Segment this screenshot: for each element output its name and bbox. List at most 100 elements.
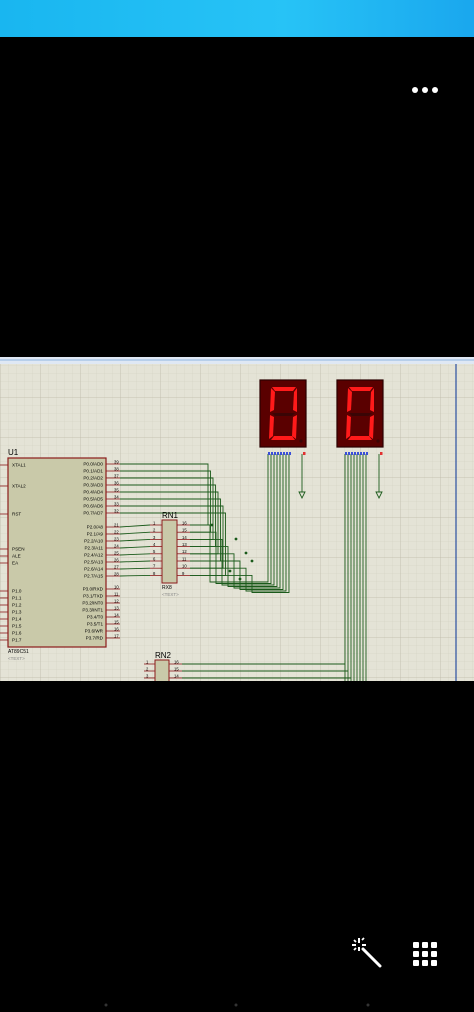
p0-pin-label: P0.4/AD4 [83,490,103,495]
p0-pin-label: P0.7/AD7 [83,511,103,516]
display-pin [277,452,279,455]
rn1-right-num: 15 [182,528,187,533]
display-pin [351,452,353,455]
seven-segment-display[interactable] [259,379,307,455]
p2-pin-label: P2.7/A15 [84,574,103,579]
u1-pin-label: P1.1 [12,596,22,601]
p3-pin-label: P3.3/INT1 [82,608,103,613]
p2-pin-num: 27 [114,564,119,569]
dot [412,87,418,93]
display-pin [283,452,285,455]
u1-pin-label: ALE [12,554,21,559]
rn1-right-num: 16 [182,520,187,525]
u1-pin-label: EA [12,561,19,566]
p0-pin-label: P0.3/AD3 [83,483,103,488]
display-common-pin [380,452,383,455]
rn1-right-num: 11 [182,556,187,561]
p2-pin-label: P2.0/A8 [87,525,104,530]
u1-pin-label: P1.3 [12,610,22,615]
rn1-ref: RN1 [162,511,179,520]
junction-dot [238,577,242,581]
dot [432,87,438,93]
p2-pin-label: P2.5/A13 [84,560,103,565]
p2-pin-num: 23 [114,536,119,541]
seven-segment-display[interactable] [336,379,384,455]
display-pin [280,452,282,455]
p0-pin-num: 35 [114,487,119,492]
p3-pin-label: P3.0/RXD [83,587,104,592]
p0-pin-num: 32 [114,508,119,513]
p2-pin-label: P2.4/A12 [84,553,103,558]
p3-pin-num: 10 [114,584,119,589]
p0-pin-label: P0.2/AD2 [83,476,103,481]
rn1-right-num: 10 [182,564,187,569]
bottom-toolbar [0,930,474,980]
u1-pin-label: P1.0 [12,589,22,594]
rn1-right-num: 14 [182,535,187,540]
rn1-body[interactable] [161,519,178,584]
display-pin [271,452,273,455]
u1-pin-label: P1.6 [12,631,22,636]
rn2-body[interactable] [154,659,170,681]
display-pin [274,452,276,455]
p3-pin-num: 14 [114,612,119,617]
display-pin [357,452,359,455]
display-pin [366,452,368,455]
more-options-icon[interactable] [404,78,446,102]
p2-pin-label: P2.1/A9 [87,532,104,537]
display-common-pin [303,452,306,455]
p3-pin-label: P3.4/T0 [87,615,104,620]
display-pin [360,452,362,455]
rn1-text-tag: <TEXT> [162,592,179,597]
p3-pin-label: P3.7/RD [86,636,104,641]
dot [422,87,428,93]
display-pin [286,452,288,455]
p2-pin-num: 28 [114,571,119,576]
u1-pin-label: P1.4 [12,617,22,622]
p3-pin-label: P3.2/INT0 [82,601,103,606]
p0-pin-label: P0.0/AD0 [83,462,103,467]
grid-apps-icon[interactable] [407,936,443,972]
segment-g [272,413,295,416]
status-bar [0,0,474,37]
u1-pin-label: XTAL1 [12,463,26,468]
magic-wand-icon[interactable] [350,936,386,972]
rn2-right-num: 15 [174,666,179,671]
junction-dot [228,569,232,573]
u1-pin-label: P1.2 [12,603,22,608]
home-indicator [100,994,374,1007]
junction-dot [234,537,238,541]
p2-pin-num: 22 [114,529,119,534]
p2-pin-num: 21 [114,522,119,527]
u1-pin-label: PSEN [12,547,25,552]
display-pin [345,452,347,455]
u1-ref: U1 [8,448,19,457]
p3-pin-num: 11 [114,591,119,596]
segment-a [349,387,373,391]
rn2-right-num: 14 [174,673,179,678]
p3-pin-label: P3.1/TXD [83,594,104,599]
p2-pin-label: P2.3/A11 [84,546,103,551]
wire [119,574,151,577]
p0-pin-label: P0.5/AD5 [83,497,103,502]
segment-a [272,387,296,391]
display-pin [363,452,365,455]
p0-pin-num: 39 [114,459,119,464]
p3-pin-label: P3.6/WR [85,629,104,634]
p0-pin-num: 33 [114,501,119,506]
segment-dp [299,439,303,443]
p3-pin-label: P3.5/T1 [87,622,104,627]
display-pin [354,452,356,455]
p2-pin-num: 24 [114,543,119,548]
p0-pin-num: 38 [114,466,119,471]
u1-pin-label: XTAL2 [12,484,26,489]
schematic-viewer[interactable]: U1 AT89C51 <TEXT> XTAL1 XTAL2 RST PSEN ALE EA… [0,357,474,681]
p3-pin-num: 12 [114,598,119,603]
rn1-right-num: 13 [182,542,187,547]
segment-d [348,436,372,440]
p3-pin-num: 13 [114,605,119,610]
rn1-right-num: 12 [182,549,187,554]
p0-pin-num: 37 [114,473,119,478]
rn2-right-num: 16 [174,659,179,664]
rn2-ref: RN2 [155,651,172,660]
